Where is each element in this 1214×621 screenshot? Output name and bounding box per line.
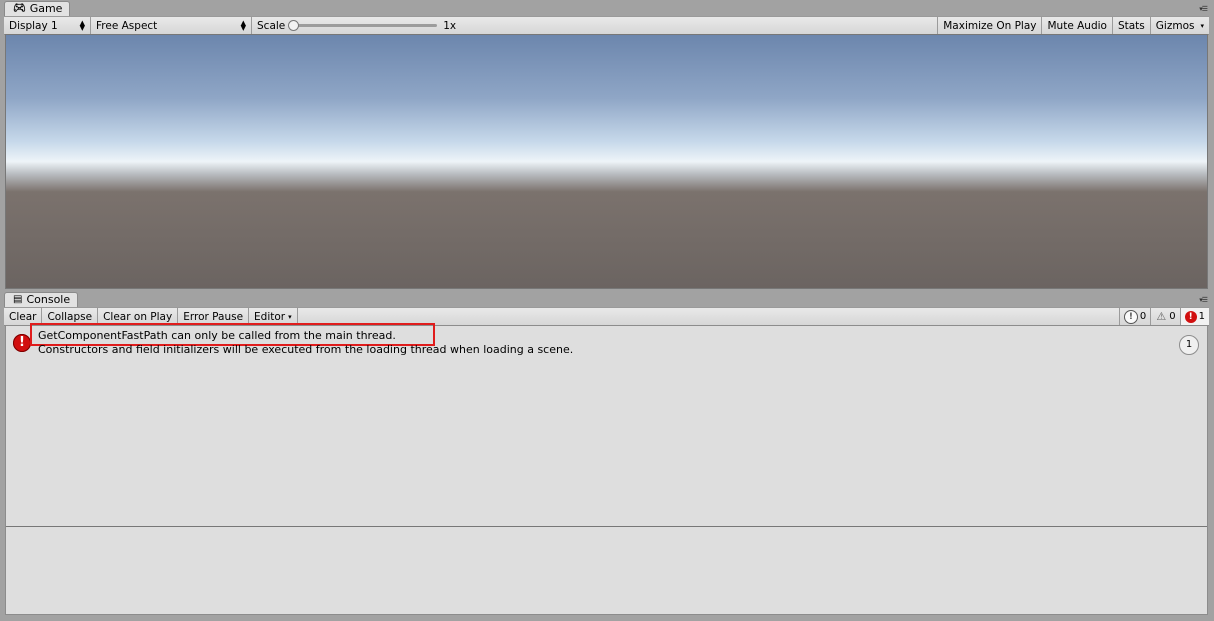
scale-control: Scale 1x [252, 17, 461, 34]
warning-count: 0 [1169, 311, 1176, 322]
dropdown-arrow-icon[interactable]: ▾ [1200, 22, 1204, 30]
mute-audio-label: Mute Audio [1047, 19, 1107, 32]
panel-menu-icon[interactable]: ▾☰ [1199, 296, 1208, 304]
gizmos-label: Gizmos [1155, 19, 1195, 32]
error-icon: ! [13, 334, 31, 352]
maximize-on-play-button[interactable]: Maximize On Play [937, 17, 1043, 34]
tab-console[interactable]: ▤ Console [4, 292, 79, 307]
stats-label: Stats [1117, 19, 1145, 32]
info-count-toggle[interactable]: ! 0 [1118, 308, 1150, 325]
console-tabbar: ▤ Console ▾☰ [4, 291, 1209, 307]
scale-value: 1x [443, 19, 457, 32]
error-icon: ! [1184, 310, 1197, 323]
updown-arrows-icon: ▲ ▼ [79, 18, 85, 32]
maximize-on-play-label: Maximize On Play [943, 19, 1037, 32]
aspect-dropdown[interactable]: Free Aspect ▲ ▼ [91, 17, 252, 34]
console-icon: ▤ [13, 294, 23, 305]
editor-label: Editor [254, 310, 286, 323]
log-message-line2: Constructors and field initializers will… [38, 343, 574, 356]
scale-label: Scale [257, 19, 286, 32]
detail-splitter[interactable] [6, 526, 1207, 527]
display-dropdown[interactable]: Display 1 ▲ ▼ [4, 17, 91, 34]
dropdown-arrow-icon: ▾ [288, 312, 292, 321]
error-count-toggle[interactable]: ! 1 [1179, 308, 1209, 325]
console-log-area: ! GetComponentFastPath can only be calle… [5, 323, 1208, 615]
error-count: 1 [1198, 311, 1205, 322]
gizmos-button[interactable]: Gizmos ▾ [1151, 17, 1209, 34]
warning-count-toggle[interactable]: ⚠ 0 [1150, 308, 1179, 325]
scale-slider-thumb[interactable] [288, 20, 300, 31]
panel-menu-icon[interactable]: ▾☰ [1199, 5, 1208, 13]
error-pause-label: Error Pause [183, 310, 244, 323]
display-value: Display 1 [9, 19, 58, 32]
scale-slider[interactable] [288, 20, 438, 31]
console-tab-label: Console [26, 293, 71, 306]
game-icon: 🎮︎ [13, 3, 26, 14]
game-viewport[interactable] [5, 34, 1208, 289]
game-toolbar: Display 1 ▲ ▼ Free Aspect ▲ ▼ Scale 1x Max… [4, 16, 1209, 35]
game-tab-label: Game [29, 2, 63, 15]
log-count-badge: 1 [1179, 335, 1199, 355]
aspect-value: Free Aspect [96, 19, 158, 32]
updown-arrows-icon: ▲ ▼ [240, 18, 246, 32]
log-entry[interactable]: ! GetComponentFastPath can only be calle… [6, 323, 1207, 359]
collapse-label: Collapse [47, 310, 93, 323]
game-tabbar: 🎮︎ Game ▾☰ [4, 0, 1209, 16]
tab-game[interactable]: 🎮︎ Game [4, 1, 71, 16]
game-panel: 🎮︎ Game ▾☰ Display 1 ▲ ▼ Free Aspect ▲ ▼ S… [4, 0, 1209, 290]
mute-audio-button[interactable]: Mute Audio [1042, 17, 1113, 34]
stats-button[interactable]: Stats [1113, 17, 1151, 34]
console-panel: ▤ Console ▾☰ Clear Collapse Clear on Pla… [4, 291, 1209, 616]
log-message-line1: GetComponentFastPath can only be called … [38, 329, 396, 342]
warning-icon: ⚠ [1156, 309, 1167, 323]
clear-on-play-label: Clear on Play [103, 310, 173, 323]
info-count: 0 [1139, 311, 1147, 322]
info-icon: ! [1123, 309, 1138, 324]
clear-label: Clear [9, 310, 37, 323]
